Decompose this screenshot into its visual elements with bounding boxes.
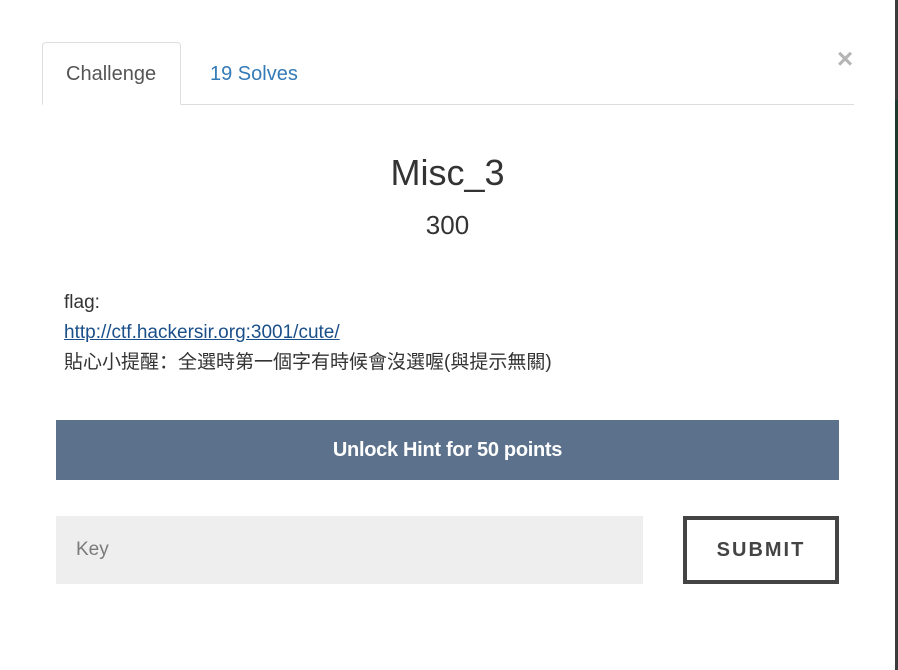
unlock-hint-button[interactable]: Unlock Hint for 50 points bbox=[56, 420, 839, 480]
challenge-modal: Challenge 19 Solves × Misc_3 300 flag: h… bbox=[0, 0, 895, 670]
challenge-link[interactable]: http://ctf.hackersir.org:3001/cute/ bbox=[64, 318, 340, 348]
description-flag-label: flag: bbox=[64, 292, 100, 313]
tab-solves[interactable]: 19 Solves bbox=[186, 42, 322, 103]
description-reminder: 貼心小提醒：全選時第一個字有時候會沒選喔(與提示無關) bbox=[64, 352, 552, 373]
challenge-name: Misc_3 bbox=[390, 152, 505, 193]
close-icon[interactable]: × bbox=[832, 44, 858, 74]
key-input[interactable] bbox=[56, 516, 643, 584]
challenge-value: 300 bbox=[425, 210, 470, 240]
challenge-description: flag: http://ctf.hackersir.org:3001/cute… bbox=[64, 288, 844, 378]
submit-button[interactable]: SUBMIT bbox=[683, 516, 839, 584]
modal-tabs: Challenge 19 Solves bbox=[42, 42, 854, 105]
tab-challenge[interactable]: Challenge bbox=[42, 42, 181, 105]
